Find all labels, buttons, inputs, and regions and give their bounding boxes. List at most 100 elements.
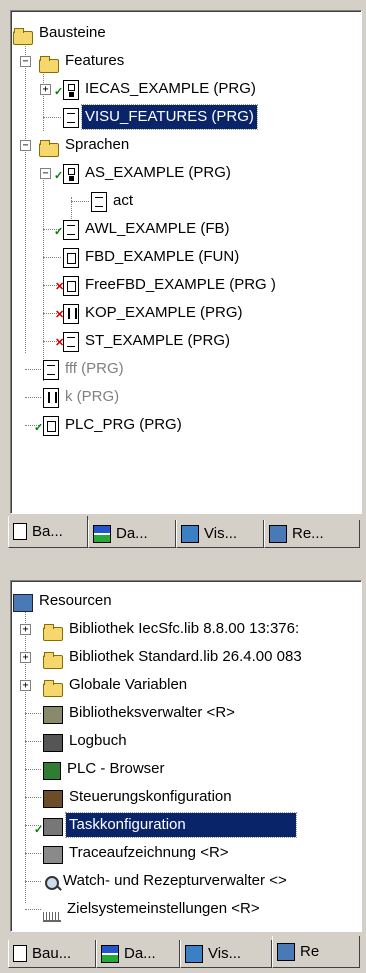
tree-item-label: Sprachen — [65, 136, 130, 153]
tree-item-label: Taskkonfiguration — [65, 812, 297, 838]
sfc-icon: ✓ — [54, 80, 79, 100]
tab-visualisierungen[interactable]: Vis... — [180, 940, 272, 968]
tree-item-label: Resourcen — [39, 592, 112, 609]
tree-item-label: Steuerungskonfiguration — [69, 788, 232, 805]
tab-bausteine[interactable]: Bau... — [8, 940, 96, 968]
open-folder-icon — [39, 140, 59, 157]
sfc-icon: ✓ — [54, 164, 79, 184]
tree-item-label: Features — [65, 52, 125, 69]
tab-label: Ba... — [32, 523, 63, 540]
tab-datentypen[interactable]: Da... — [96, 940, 180, 968]
tree-item-label: Traceaufzeichnung <R> — [69, 844, 229, 861]
tree-item-bausteine[interactable]: Bausteine — [13, 19, 109, 47]
tree-item-label: AS_EXAMPLE (PRG) — [85, 164, 231, 181]
collapse-toggle[interactable]: − — [20, 56, 31, 67]
tree-item-freefbd-example[interactable]: ✕ FreeFBD_EXAMPLE (PRG ) — [41, 271, 279, 299]
open-folder-icon — [13, 28, 33, 45]
visualization-icon — [181, 524, 199, 543]
tree-item-label: AWL_EXAMPLE (FB) — [85, 220, 230, 237]
tab-resourcen[interactable]: Re — [272, 936, 360, 968]
tree-item-logbuch[interactable]: Logbuch — [21, 727, 130, 755]
tree-item-kop-example[interactable]: ✕ KOP_EXAMPLE (PRG) — [41, 299, 246, 327]
tree-item-iecas-example[interactable]: + ✓ IECAS_EXAMPLE (PRG) — [40, 75, 259, 103]
tree-item-traceaufzeichnung[interactable]: Traceaufzeichnung <R> — [21, 839, 232, 867]
fbd-icon — [63, 248, 79, 268]
tree-item-label: IECAS_EXAMPLE (PRG) — [85, 80, 256, 97]
pou-tree[interactable]: Bausteine − Features + ✓ IECAS_EXAMPLE (… — [10, 10, 362, 514]
tree-item-as-example[interactable]: − ✓ AS_EXAMPLE (PRG) — [40, 159, 234, 187]
tree-item-label: fff (PRG) — [65, 360, 124, 377]
expand-toggle[interactable]: + — [20, 652, 31, 663]
folder-icon — [43, 652, 63, 669]
tree-item-resourcen[interactable]: Resourcen — [13, 587, 115, 615]
expand-toggle[interactable]: + — [20, 680, 31, 691]
trace-icon — [43, 846, 63, 864]
tree-item-label: KOP_EXAMPLE (PRG) — [85, 304, 243, 321]
open-folder-icon — [39, 56, 59, 73]
resources-icon — [277, 942, 295, 961]
tree-item-label: PLC_PRG (PRG) — [65, 416, 182, 433]
tree-item-taskkonfiguration[interactable]: ✓ Taskkonfiguration — [21, 811, 297, 839]
tree-item-sprachen[interactable]: − Sprachen — [20, 131, 132, 159]
tree-item-watch-rezepturverwalter[interactable]: Watch- und Rezepturverwalter <> — [21, 867, 290, 895]
fbd-icon: ✕ — [55, 276, 79, 296]
tree-item-k[interactable]: k (PRG) — [21, 383, 122, 411]
tree-item-awl-example[interactable]: ✓ AWL_EXAMPLE (FB) — [41, 215, 232, 243]
tab-datentypen[interactable]: Da... — [88, 520, 176, 548]
expand-toggle[interactable]: + — [40, 84, 51, 95]
expand-toggle[interactable]: + — [20, 624, 31, 635]
tree-item-label: VISU_FEATURES (PRG) — [81, 104, 258, 130]
tree-item-label: Globale Variablen — [69, 676, 188, 693]
tree-item-label: act — [113, 192, 134, 209]
fbd-icon: ✓ — [34, 416, 59, 436]
resource-tabs: Bau... Da... Vis... Re — [0, 936, 366, 970]
task-configuration-icon: ✓ — [34, 818, 63, 836]
tree-item-label: Bibliotheksverwalter <R> — [69, 704, 235, 721]
ladder-icon: ✕ — [55, 304, 79, 324]
tab-bausteine[interactable]: Ba... — [8, 516, 88, 548]
resources-panel: Resourcen + Bibliothek IecSfc.lib 8.8.00… — [0, 570, 366, 973]
tree-item-zielsystemeinstellungen[interactable]: Zielsystemeinstellungen <R> — [21, 895, 263, 923]
tab-visualisierungen[interactable]: Vis... — [176, 520, 264, 548]
resources-tree[interactable]: Resourcen + Bibliothek IecSfc.lib 8.8.00… — [10, 580, 362, 932]
tree-item-label: Bibliothek IecSfc.lib 8.8.00 13:376: — [69, 620, 300, 637]
resources-icon — [13, 594, 33, 612]
tree-item-label: k (PRG) — [65, 388, 120, 405]
tree-item-label: Watch- und Rezepturverwalter <> — [63, 872, 287, 889]
objects-panel: Bausteine − Features + ✓ IECAS_EXAMPLE (… — [0, 0, 366, 552]
tree-item-bibliotheksverwalter[interactable]: Bibliotheksverwalter <R> — [21, 699, 238, 727]
st-document-icon — [91, 192, 107, 212]
ladder-icon — [43, 388, 59, 408]
tree-item-globale-variablen[interactable]: + Globale Variablen — [20, 671, 190, 699]
tree-item-fbd-example[interactable]: FBD_EXAMPLE (FUN) — [41, 243, 242, 271]
magnifier-icon — [45, 876, 59, 890]
tab-label: Vis... — [208, 945, 242, 962]
tree-item-label: FreeFBD_EXAMPLE (PRG ) — [85, 276, 276, 293]
collapse-toggle[interactable]: − — [20, 140, 31, 151]
st-document-icon: ✕ — [55, 332, 79, 352]
st-document-icon — [43, 360, 59, 380]
document-icon — [13, 945, 27, 962]
tree-item-label: Bausteine — [39, 24, 106, 41]
resources-icon — [269, 524, 287, 543]
tree-item-iecsfc-lib[interactable]: + Bibliothek IecSfc.lib 8.8.00 13:376: — [20, 615, 302, 643]
target-settings-icon — [43, 912, 61, 922]
data-types-icon — [101, 944, 119, 963]
tree-item-features[interactable]: − Features — [20, 47, 127, 75]
tree-item-label: ST_EXAMPLE (PRG) — [85, 332, 231, 349]
collapse-toggle[interactable]: − — [40, 168, 51, 179]
tree-item-plc-browser[interactable]: PLC - Browser — [21, 755, 168, 783]
tree-item-visu-features[interactable]: VISU_FEATURES (PRG) — [41, 103, 258, 131]
plc-browser-icon — [43, 762, 61, 780]
object-tabs: Ba... Da... Vis... Re... — [0, 516, 366, 550]
data-types-icon — [93, 524, 111, 543]
tree-item-fff[interactable]: fff (PRG) — [21, 355, 127, 383]
tree-item-plc-prg[interactable]: ✓ PLC_PRG (PRG) — [21, 411, 185, 439]
tab-resourcen[interactable]: Re... — [264, 520, 360, 548]
tree-item-st-example[interactable]: ✕ ST_EXAMPLE (PRG) — [41, 327, 233, 355]
tab-label: Da... — [124, 945, 156, 962]
tree-item-act[interactable]: act — [69, 187, 136, 215]
tree-item-steuerungskonfiguration[interactable]: Steuerungskonfiguration — [21, 783, 235, 811]
tree-item-standard-lib[interactable]: + Bibliothek Standard.lib 26.4.00 083 — [20, 643, 305, 671]
logbook-icon — [43, 734, 63, 752]
